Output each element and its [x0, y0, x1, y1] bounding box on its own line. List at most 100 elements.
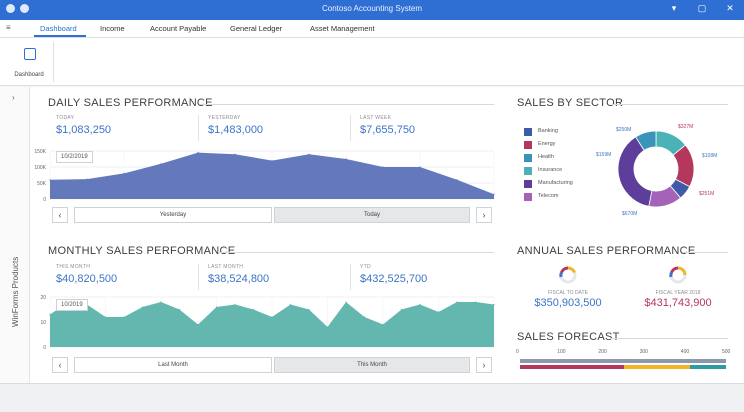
tab-income[interactable]: Income	[100, 24, 125, 33]
data-point	[493, 303, 495, 306]
forecast-tick-label: 400	[680, 349, 690, 355]
daily-yesterday-button[interactable]: Yesterday	[74, 207, 272, 223]
sales-by-sector-title: SALES BY SECTOR	[517, 97, 624, 109]
donut-label: $327M	[678, 124, 694, 130]
data-point	[419, 303, 421, 306]
daily-kpi-today-label: TODAY	[56, 115, 75, 121]
data-point	[493, 193, 495, 195]
data-point	[382, 323, 384, 326]
legend-label: Manufacturing	[538, 180, 573, 186]
dashboard-icon	[24, 48, 36, 60]
forecast-tick-label: 0	[516, 349, 519, 355]
forecast-bar-segment	[624, 365, 690, 369]
data-point	[215, 306, 218, 308]
data-point	[474, 301, 477, 303]
data-point	[308, 308, 310, 311]
y-tick-label: 150K	[34, 149, 46, 155]
status-bar	[0, 383, 744, 412]
sector-legend: Banking Energy Health Insurance Manufacturin…	[524, 127, 614, 217]
data-point	[123, 316, 125, 318]
window-title: Contoso Accounting System	[321, 4, 423, 13]
dashboard-ribbon-button[interactable]: Dashboard	[4, 42, 54, 82]
data-point	[160, 163, 162, 165]
donut-label: $250M	[616, 127, 632, 133]
ribbon: Dashboard	[0, 38, 744, 86]
forecast-tick-label: 100	[557, 349, 566, 355]
data-point	[437, 311, 440, 313]
sidebar: › WinForms Products	[0, 87, 30, 383]
forecast-bar-segment	[690, 365, 726, 369]
monthly-prev-button[interactable]: ‹	[52, 357, 68, 373]
legend-label: Banking	[538, 128, 558, 134]
data-point	[382, 166, 384, 168]
annual-title-rule	[683, 252, 728, 253]
menu-bar: ≡ Dashboard Income Account Payable Gener…	[0, 20, 744, 38]
monthly-thismonth-button[interactable]: This Month	[274, 357, 470, 373]
monthly-next-button[interactable]: ›	[476, 357, 492, 373]
legend-swatch	[524, 167, 532, 175]
sector-donut-chart	[616, 129, 696, 209]
y-tick-label: 100K	[34, 165, 46, 171]
dashboard-ribbon-label: Dashboard	[14, 72, 44, 78]
data-point	[234, 303, 236, 306]
minimize-icon[interactable]: ▾	[668, 3, 680, 14]
legend-swatch	[524, 128, 532, 136]
fiscal-year-2018-label: FISCAL YEAR 2018	[655, 290, 701, 296]
app-window: Contoso Accounting System ▾ ▢ ✕ ≡ Dashbo…	[0, 0, 744, 412]
fiscal-to-date-label: FISCAL TO DATE	[548, 290, 588, 296]
daily-sales-chart: 0 50K 100K 150K	[34, 147, 496, 201]
daily-kpi-yesterday-value: $1,483,000	[208, 124, 264, 136]
daily-chart-svg: 0 50K 100K 150K	[34, 149, 495, 201]
data-point	[160, 301, 162, 303]
tab-general-ledger[interactable]: General Ledger	[230, 24, 282, 33]
data-point	[345, 301, 347, 303]
monthly-chart-svg: 0 10 20	[40, 295, 495, 349]
menu-icon[interactable]: ≡	[6, 23, 11, 32]
dashboard-content: › WinForms Products DAILY SALES PERFORMA…	[0, 87, 744, 383]
daily-today-button[interactable]: Today	[274, 207, 470, 223]
data-point	[456, 301, 458, 303]
daily-prev-button[interactable]: ‹	[52, 207, 68, 223]
monthly-sales-chart: 0 10 20	[34, 293, 496, 349]
sector-title-rule	[612, 104, 728, 105]
donut-label: $159M	[596, 152, 612, 158]
sales-forecast-title: SALES FORECAST	[517, 331, 620, 343]
data-point	[326, 326, 329, 328]
data-point	[308, 153, 310, 155]
donut-label: $251M	[699, 191, 715, 197]
monthly-sales-title: MONTHLY SALES PERFORMANCE	[48, 245, 236, 257]
expand-sidebar-icon[interactable]: ›	[12, 93, 15, 102]
tab-dashboard[interactable]: Dashboard	[40, 24, 77, 33]
data-point	[345, 158, 347, 160]
fiscal-year-2018-gauge-icon	[669, 266, 687, 284]
tab-account-payable[interactable]: Account Payable	[150, 24, 206, 33]
daily-kpi-lastweek-label: LAST WEEK	[360, 115, 392, 121]
window-controls: ▾ ▢ ✕	[668, 3, 736, 14]
data-point	[86, 178, 88, 180]
y-tick-label: 0	[43, 345, 46, 349]
close-icon[interactable]: ✕	[724, 3, 736, 14]
monthly-lastmonth-button[interactable]: Last Month	[74, 357, 272, 373]
daily-kpi-yesterday-label: YESTERDAY	[208, 115, 241, 121]
data-point	[419, 166, 421, 168]
data-point	[363, 316, 366, 318]
forecast-axis: 0 100 200 300 400 500	[516, 349, 730, 357]
kpi-separator	[350, 115, 351, 141]
tab-asset-management[interactable]: Asset Management	[310, 24, 375, 33]
forecast-tick-label: 500	[722, 349, 731, 355]
forecast-tick-label: 200	[598, 349, 607, 355]
daily-next-button[interactable]: ›	[476, 207, 492, 223]
legend-swatch	[524, 180, 532, 188]
legend-label: Energy	[538, 141, 556, 147]
y-tick-label: 0	[43, 197, 46, 201]
daily-sales-title: DAILY SALES PERFORMANCE	[48, 97, 213, 109]
restore-icon[interactable]: ▢	[696, 3, 708, 14]
legend-label: Insurance	[538, 167, 563, 173]
donut-label: $108M	[702, 153, 718, 159]
data-point	[456, 179, 458, 181]
forecast-bar-baseline	[520, 359, 726, 363]
data-point	[178, 308, 181, 311]
forecast-bar-segment	[520, 365, 624, 369]
fiscal-year-2018-value: $431,743,900	[644, 297, 712, 309]
legend-label: Health	[538, 154, 554, 160]
